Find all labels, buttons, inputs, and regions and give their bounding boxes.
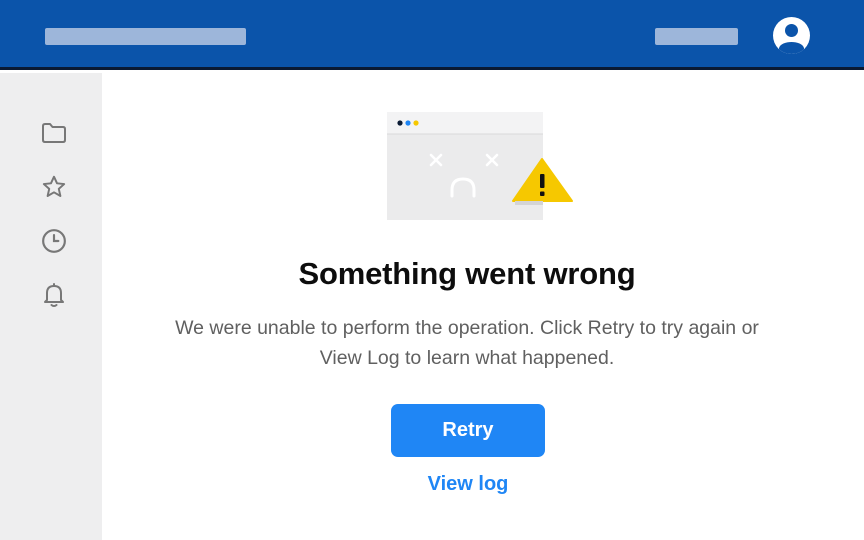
title-placeholder bbox=[45, 28, 246, 45]
view-log-link[interactable]: View log bbox=[402, 473, 534, 496]
error-message: We were unable to perform the operation.… bbox=[175, 317, 759, 369]
user-avatar-icon[interactable] bbox=[773, 17, 810, 54]
star-icon[interactable] bbox=[39, 172, 69, 202]
sidebar bbox=[0, 73, 102, 540]
broken-window-warning-icon bbox=[387, 112, 577, 224]
main-content: Something went wrong We were unable to p… bbox=[102, 73, 864, 540]
error-title: Something went wrong bbox=[298, 256, 636, 291]
retry-button[interactable]: Retry bbox=[391, 404, 545, 457]
clock-icon[interactable] bbox=[39, 226, 69, 256]
top-bar bbox=[0, 0, 864, 70]
menu-placeholder bbox=[655, 28, 738, 45]
bell-icon[interactable] bbox=[39, 280, 69, 310]
folder-icon[interactable] bbox=[39, 118, 69, 148]
